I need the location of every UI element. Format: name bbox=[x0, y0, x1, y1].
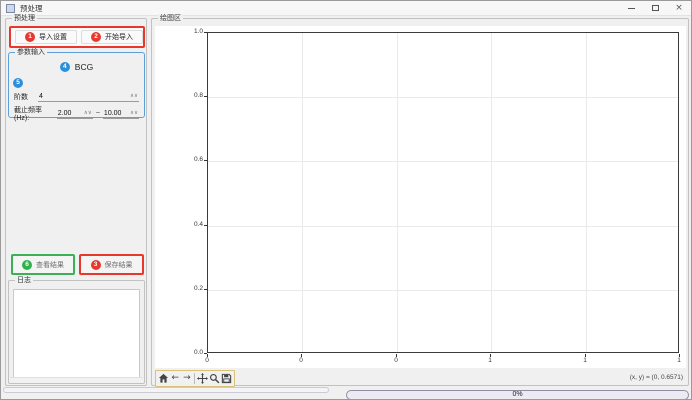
step-badge-1: 1 bbox=[25, 32, 35, 42]
cutoff-separator: ~ bbox=[96, 110, 100, 117]
y-tick-mark bbox=[204, 160, 207, 161]
import-settings-button[interactable]: 1 导入设置 bbox=[15, 30, 77, 44]
gridline bbox=[208, 161, 678, 162]
app-icon bbox=[6, 4, 15, 13]
y-tick-label: 0.0 bbox=[181, 349, 203, 357]
home-icon[interactable] bbox=[158, 372, 169, 385]
zoom-rect-icon[interactable] bbox=[209, 372, 220, 385]
step-badge-6: 6 bbox=[22, 260, 32, 270]
gridline bbox=[302, 33, 303, 352]
progress-value: 0% bbox=[512, 391, 522, 399]
plot-group-label: 绘图区 bbox=[158, 14, 183, 23]
save-icon[interactable] bbox=[221, 372, 232, 385]
cutoff-high-spinbox[interactable]: 10.00 ∧∨ bbox=[103, 108, 139, 119]
x-tick-label: 1 bbox=[575, 357, 595, 365]
view-results-button[interactable]: 6 查看结果 bbox=[11, 254, 75, 275]
order-row: 阶数 4 ∧∨ bbox=[14, 91, 139, 102]
y-tick-label: 0.6 bbox=[181, 156, 203, 164]
y-tick-label: 0.2 bbox=[181, 285, 203, 293]
plot-canvas[interactable]: 1.0 0.8 0.6 0.4 0.2 0.0 0 0 0 1 1 1 bbox=[155, 26, 686, 368]
signal-type-value: BCG bbox=[75, 62, 93, 72]
x-tick-label: 1 bbox=[669, 357, 689, 365]
y-tick-label: 0.8 bbox=[181, 92, 203, 100]
progress-bar: 0% bbox=[346, 390, 689, 400]
import-highlight-frame: 1 导入设置 2 开始导入 bbox=[9, 26, 145, 48]
step-badge-4: 4 bbox=[60, 62, 70, 72]
minimize-button[interactable] bbox=[619, 1, 643, 16]
order-value: 4 bbox=[39, 93, 130, 100]
y-tick-mark bbox=[204, 225, 207, 226]
gridline bbox=[208, 97, 678, 98]
start-import-label: 开始导入 bbox=[105, 32, 133, 42]
x-tick-label: 0 bbox=[386, 357, 406, 365]
cutoff-label: 截止频率(Hz): bbox=[14, 105, 53, 122]
save-results-button[interactable]: 3 保存结果 bbox=[79, 254, 144, 275]
toolbar-separator bbox=[194, 373, 195, 384]
close-icon: × bbox=[675, 4, 683, 13]
plot-group: 绘图区 1.0 0.8 0.6 0.4 0.2 0.0 bbox=[151, 18, 689, 386]
cutoff-low-value: 2.00 bbox=[58, 110, 84, 117]
cutoff-low-spinbox[interactable]: 2.00 ∧∨ bbox=[57, 108, 93, 119]
cutoff-high-value: 10.00 bbox=[104, 110, 130, 117]
log-horizontal-scrollbar[interactable] bbox=[10, 377, 143, 382]
back-icon[interactable]: ← bbox=[170, 372, 181, 385]
cutoff-row: 截止频率(Hz): 2.00 ∧∨ ~ 10.00 ∧∨ bbox=[14, 105, 139, 122]
y-tick-label: 1.0 bbox=[181, 28, 203, 36]
minimize-icon bbox=[628, 8, 635, 9]
title-bar: 预处理 × bbox=[1, 1, 691, 16]
step-badge-3: 3 bbox=[91, 260, 101, 270]
log-group: 日志 bbox=[8, 280, 145, 384]
pan-icon[interactable] bbox=[197, 372, 208, 385]
preprocess-group-label: 预处理 bbox=[12, 14, 37, 23]
log-group-label: 日志 bbox=[15, 276, 33, 285]
gridline bbox=[208, 290, 678, 291]
x-tick-label: 0 bbox=[197, 357, 217, 365]
spinner-arrows-icon[interactable]: ∧∨ bbox=[130, 93, 138, 99]
order-spinbox[interactable]: 4 ∧∨ bbox=[38, 91, 139, 102]
params-group-label: 参数输入 bbox=[15, 48, 47, 57]
status-frame bbox=[3, 387, 329, 393]
window-title: 预处理 bbox=[20, 3, 619, 14]
log-textarea[interactable] bbox=[13, 289, 140, 378]
gridline bbox=[397, 33, 398, 352]
plot-toolbar: ← → bbox=[155, 370, 235, 387]
y-tick-mark bbox=[204, 32, 207, 33]
forward-icon[interactable]: → bbox=[182, 372, 193, 385]
maximize-button[interactable] bbox=[643, 1, 667, 16]
x-tick-label: 1 bbox=[480, 357, 500, 365]
step-badge-5: 5 bbox=[13, 78, 23, 88]
import-settings-label: 导入设置 bbox=[39, 32, 67, 42]
order-label: 阶数 bbox=[14, 92, 28, 102]
y-tick-label: 0.4 bbox=[181, 221, 203, 229]
start-import-button[interactable]: 2 开始导入 bbox=[81, 30, 143, 44]
x-tick-label: 0 bbox=[291, 357, 311, 365]
params-group: 参数输入 4 BCG 5 阶数 4 ∧∨ 截止频率(Hz): 2.00 ∧∨ bbox=[8, 52, 145, 118]
gridline bbox=[586, 33, 587, 352]
maximize-icon bbox=[652, 5, 659, 11]
gridline bbox=[208, 226, 678, 227]
spinner-arrows-icon[interactable]: ∧∨ bbox=[84, 110, 92, 116]
preprocess-group: 预处理 1 导入设置 2 开始导入 参数输入 4 BCG 5 阶数 4 bbox=[5, 18, 147, 386]
app-window: 预处理 × 预处理 1 导入设置 2 开始导入 参数输入 4 BCG 5 bbox=[0, 0, 692, 400]
close-button[interactable]: × bbox=[667, 1, 691, 16]
step-badge-2: 2 bbox=[91, 32, 101, 42]
gridline bbox=[491, 33, 492, 352]
y-tick-mark bbox=[204, 96, 207, 97]
spinner-arrows-icon[interactable]: ∧∨ bbox=[130, 110, 138, 116]
save-results-label: 保存结果 bbox=[105, 260, 133, 270]
signal-type-selector[interactable]: 4 BCG bbox=[9, 62, 144, 72]
view-results-label: 查看结果 bbox=[36, 260, 64, 270]
plot-axes bbox=[207, 32, 679, 353]
cursor-coordinates: (x, y) = (0, 0.6571) bbox=[630, 374, 683, 381]
y-tick-mark bbox=[204, 289, 207, 290]
